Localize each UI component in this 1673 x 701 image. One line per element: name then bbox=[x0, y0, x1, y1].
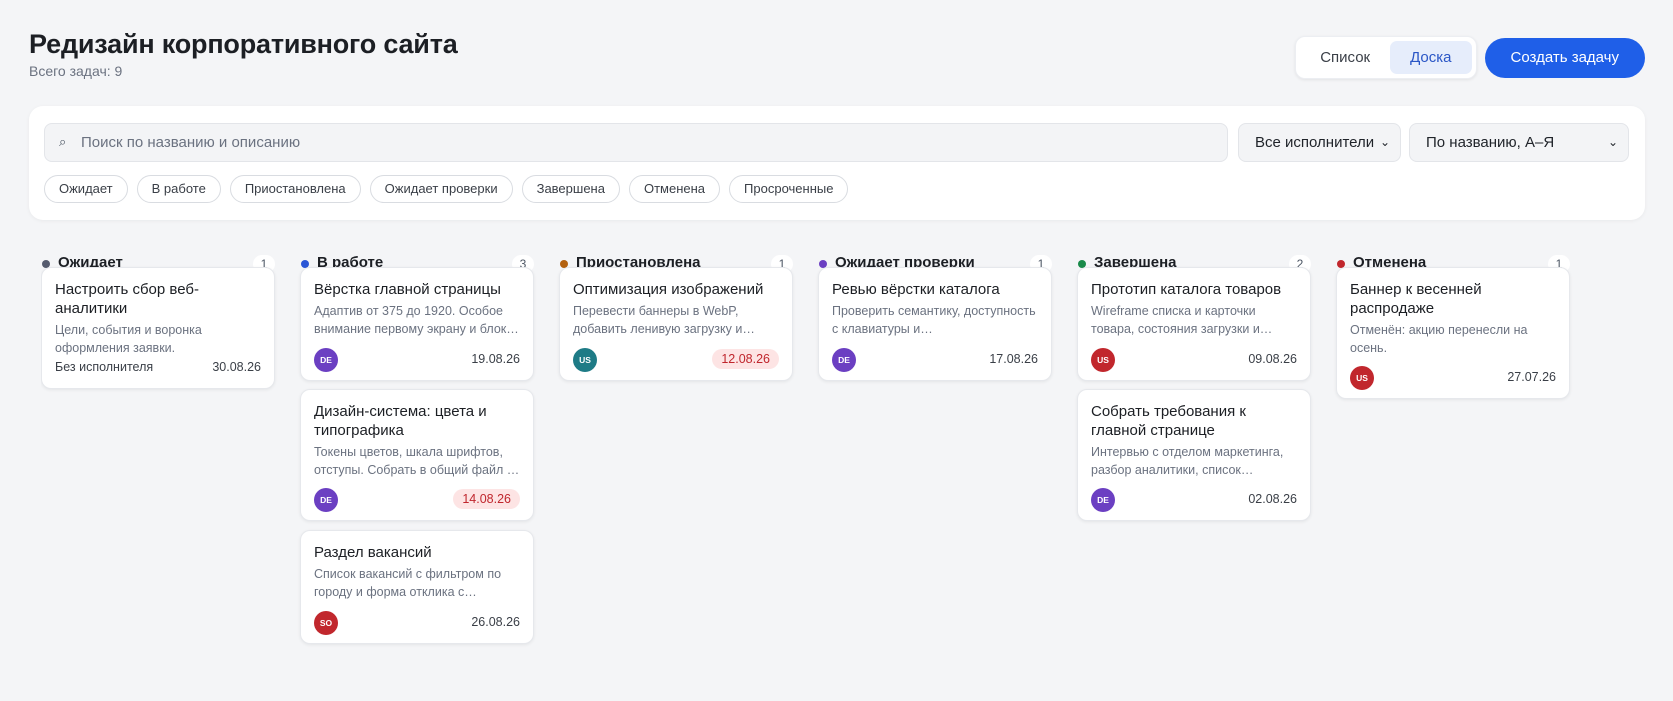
avatar: DE bbox=[832, 348, 856, 372]
card-title: Вёрстка главной страницы bbox=[314, 281, 501, 298]
card-title: Ревью вёрстки каталога bbox=[832, 281, 1000, 298]
card-description: Токены цветов, шкала шрифтов, отступы. С… bbox=[314, 445, 520, 477]
header-actions: Список Доска Создать задачу bbox=[1295, 36, 1645, 79]
view-toggle: Список Доска bbox=[1295, 36, 1477, 79]
status-chips: Ожидает В работе Приостановлена Ожидает … bbox=[44, 175, 849, 203]
no-assignee-label: Без исполнителя bbox=[55, 360, 154, 374]
view-board-button[interactable]: Доска bbox=[1390, 41, 1472, 74]
avatar: DE bbox=[314, 488, 338, 512]
card-description: Проверить семантику, доступность с клави… bbox=[832, 304, 1036, 336]
chip-cancelled[interactable]: Отменена bbox=[628, 175, 721, 203]
kanban-board: Ожидает 1 Настроить сбор веб-аналитики Цели… bbox=[41, 252, 1673, 701]
card-title: Настроить сбор веб-аналитики bbox=[55, 281, 199, 317]
card-title: Собрать требования к главной странице bbox=[1091, 403, 1246, 439]
chip-pending[interactable]: Ожидает bbox=[44, 175, 128, 203]
avatar: DE bbox=[1091, 488, 1115, 512]
card-description: Отменён: акцию перенесли на осень. bbox=[1350, 323, 1528, 355]
task-card[interactable]: Ревью вёрстки каталога Проверить семантик… bbox=[818, 267, 1052, 381]
card-title: Баннер к весенней распродаже bbox=[1350, 281, 1482, 317]
chevron-down-icon: ⌄ bbox=[1379, 135, 1390, 149]
due-date: 17.08.26 bbox=[989, 352, 1038, 366]
card-title: Прототип каталога товаров bbox=[1091, 281, 1282, 298]
avatar: SO bbox=[314, 611, 338, 635]
card-footer: DE 19.08.26 bbox=[314, 348, 520, 372]
card-description: Цели, события и воронка оформления заявк… bbox=[55, 323, 202, 355]
card-title: Раздел вакансий bbox=[314, 544, 432, 561]
chevron-down-icon: ⌄ bbox=[1607, 135, 1618, 149]
overdue-date-badge: 12.08.26 bbox=[712, 349, 779, 369]
due-date: 09.08.26 bbox=[1248, 352, 1297, 366]
chip-overdue[interactable]: Просроченные bbox=[729, 175, 849, 203]
column-review: Ожидает проверки 1 Ревью вёрстки каталога П… bbox=[818, 252, 1052, 381]
create-task-button[interactable]: Создать задачу bbox=[1484, 37, 1645, 78]
task-card[interactable]: Вёрстка главной страницы Адаптив от 375 д… bbox=[300, 267, 534, 381]
card-title: Дизайн-система: цвета и типографика bbox=[314, 403, 487, 439]
card-description: Wireframe списка и карточки товара, сост… bbox=[1091, 304, 1273, 336]
filter-panel: ⌕ Все исполнители ⌄ По названию, А–Я ⌄ О… bbox=[29, 106, 1645, 220]
sort-select[interactable]: По названию, А–Я ⌄ bbox=[1409, 123, 1629, 162]
due-date: 30.08.26 bbox=[212, 360, 261, 374]
task-card[interactable]: Дизайн-система: цвета и типографика Токен… bbox=[300, 389, 534, 521]
card-footer: Без исполнителя 30.08.26 bbox=[55, 356, 261, 380]
task-card[interactable]: Оптимизация изображений Перевести баннеры… bbox=[559, 267, 793, 381]
assignee-select-value: Все исполнители bbox=[1255, 134, 1375, 151]
card-footer: US 12.08.26 bbox=[573, 348, 779, 372]
card-footer: DE 02.08.26 bbox=[1091, 488, 1297, 512]
column-cancelled: Отменена 1 Баннер к весенней распродаже Отм… bbox=[1336, 252, 1570, 399]
card-description: Перевести баннеры в WebP, добавить ленив… bbox=[573, 304, 755, 336]
search-icon: ⌕ bbox=[59, 134, 67, 149]
page-header: Редизайн корпоративного сайта Всего зада… bbox=[29, 28, 1645, 84]
column-in-progress: В работе 3 Вёрстка главной страницы Адаптив… bbox=[300, 252, 534, 644]
task-card[interactable]: Настроить сбор веб-аналитики Цели, событи… bbox=[41, 267, 275, 389]
task-card[interactable]: Раздел вакансий Список вакансий с фильтро… bbox=[300, 530, 534, 644]
avatar: US bbox=[1091, 348, 1115, 372]
avatar: US bbox=[573, 348, 597, 372]
search-box: ⌕ bbox=[44, 123, 1228, 162]
view-list-button[interactable]: Список bbox=[1300, 41, 1390, 74]
card-footer: US 09.08.26 bbox=[1091, 348, 1297, 372]
search-input[interactable] bbox=[81, 124, 1211, 161]
task-card[interactable]: Баннер к весенней распродаже Отменён: акц… bbox=[1336, 267, 1570, 399]
card-footer: DE 17.08.26 bbox=[832, 348, 1038, 372]
due-date: 26.08.26 bbox=[471, 615, 520, 629]
card-title: Оптимизация изображений bbox=[573, 281, 764, 298]
chip-in-progress[interactable]: В работе bbox=[136, 175, 221, 203]
due-date: 02.08.26 bbox=[1248, 492, 1297, 506]
card-description: Список вакансий с фильтром по городу и ф… bbox=[314, 567, 502, 599]
card-description: Интервью с отделом маркетинга, разбор ан… bbox=[1091, 445, 1284, 477]
overdue-date-badge: 14.08.26 bbox=[453, 489, 520, 509]
card-footer: US 27.07.26 bbox=[1350, 366, 1556, 390]
due-date: 19.08.26 bbox=[471, 352, 520, 366]
chip-review[interactable]: Ожидает проверки bbox=[369, 175, 513, 203]
avatar: DE bbox=[314, 348, 338, 372]
card-description: Адаптив от 375 до 1920. Особое внимание … bbox=[314, 304, 519, 336]
due-date: 27.07.26 bbox=[1507, 370, 1556, 384]
column-paused: Приостановлена 1 Оптимизация изображений Пе… bbox=[559, 252, 793, 381]
card-footer: SO 26.08.26 bbox=[314, 611, 520, 635]
task-card[interactable]: Собрать требования к главной странице Инт… bbox=[1077, 389, 1311, 521]
chip-done[interactable]: Завершена bbox=[521, 175, 620, 203]
chip-paused[interactable]: Приостановлена bbox=[229, 175, 361, 203]
assignee-select[interactable]: Все исполнители ⌄ bbox=[1238, 123, 1401, 162]
column-done: Завершена 2 Прототип каталога товаров Wiref… bbox=[1077, 252, 1311, 521]
card-footer: DE 14.08.26 bbox=[314, 488, 520, 512]
avatar: US bbox=[1350, 366, 1374, 390]
sort-select-value: По названию, А–Я bbox=[1426, 134, 1555, 151]
column-pending: Ожидает 1 Настроить сбор веб-аналитики Цели… bbox=[41, 252, 275, 389]
task-card[interactable]: Прототип каталога товаров Wireframe списк… bbox=[1077, 267, 1311, 381]
